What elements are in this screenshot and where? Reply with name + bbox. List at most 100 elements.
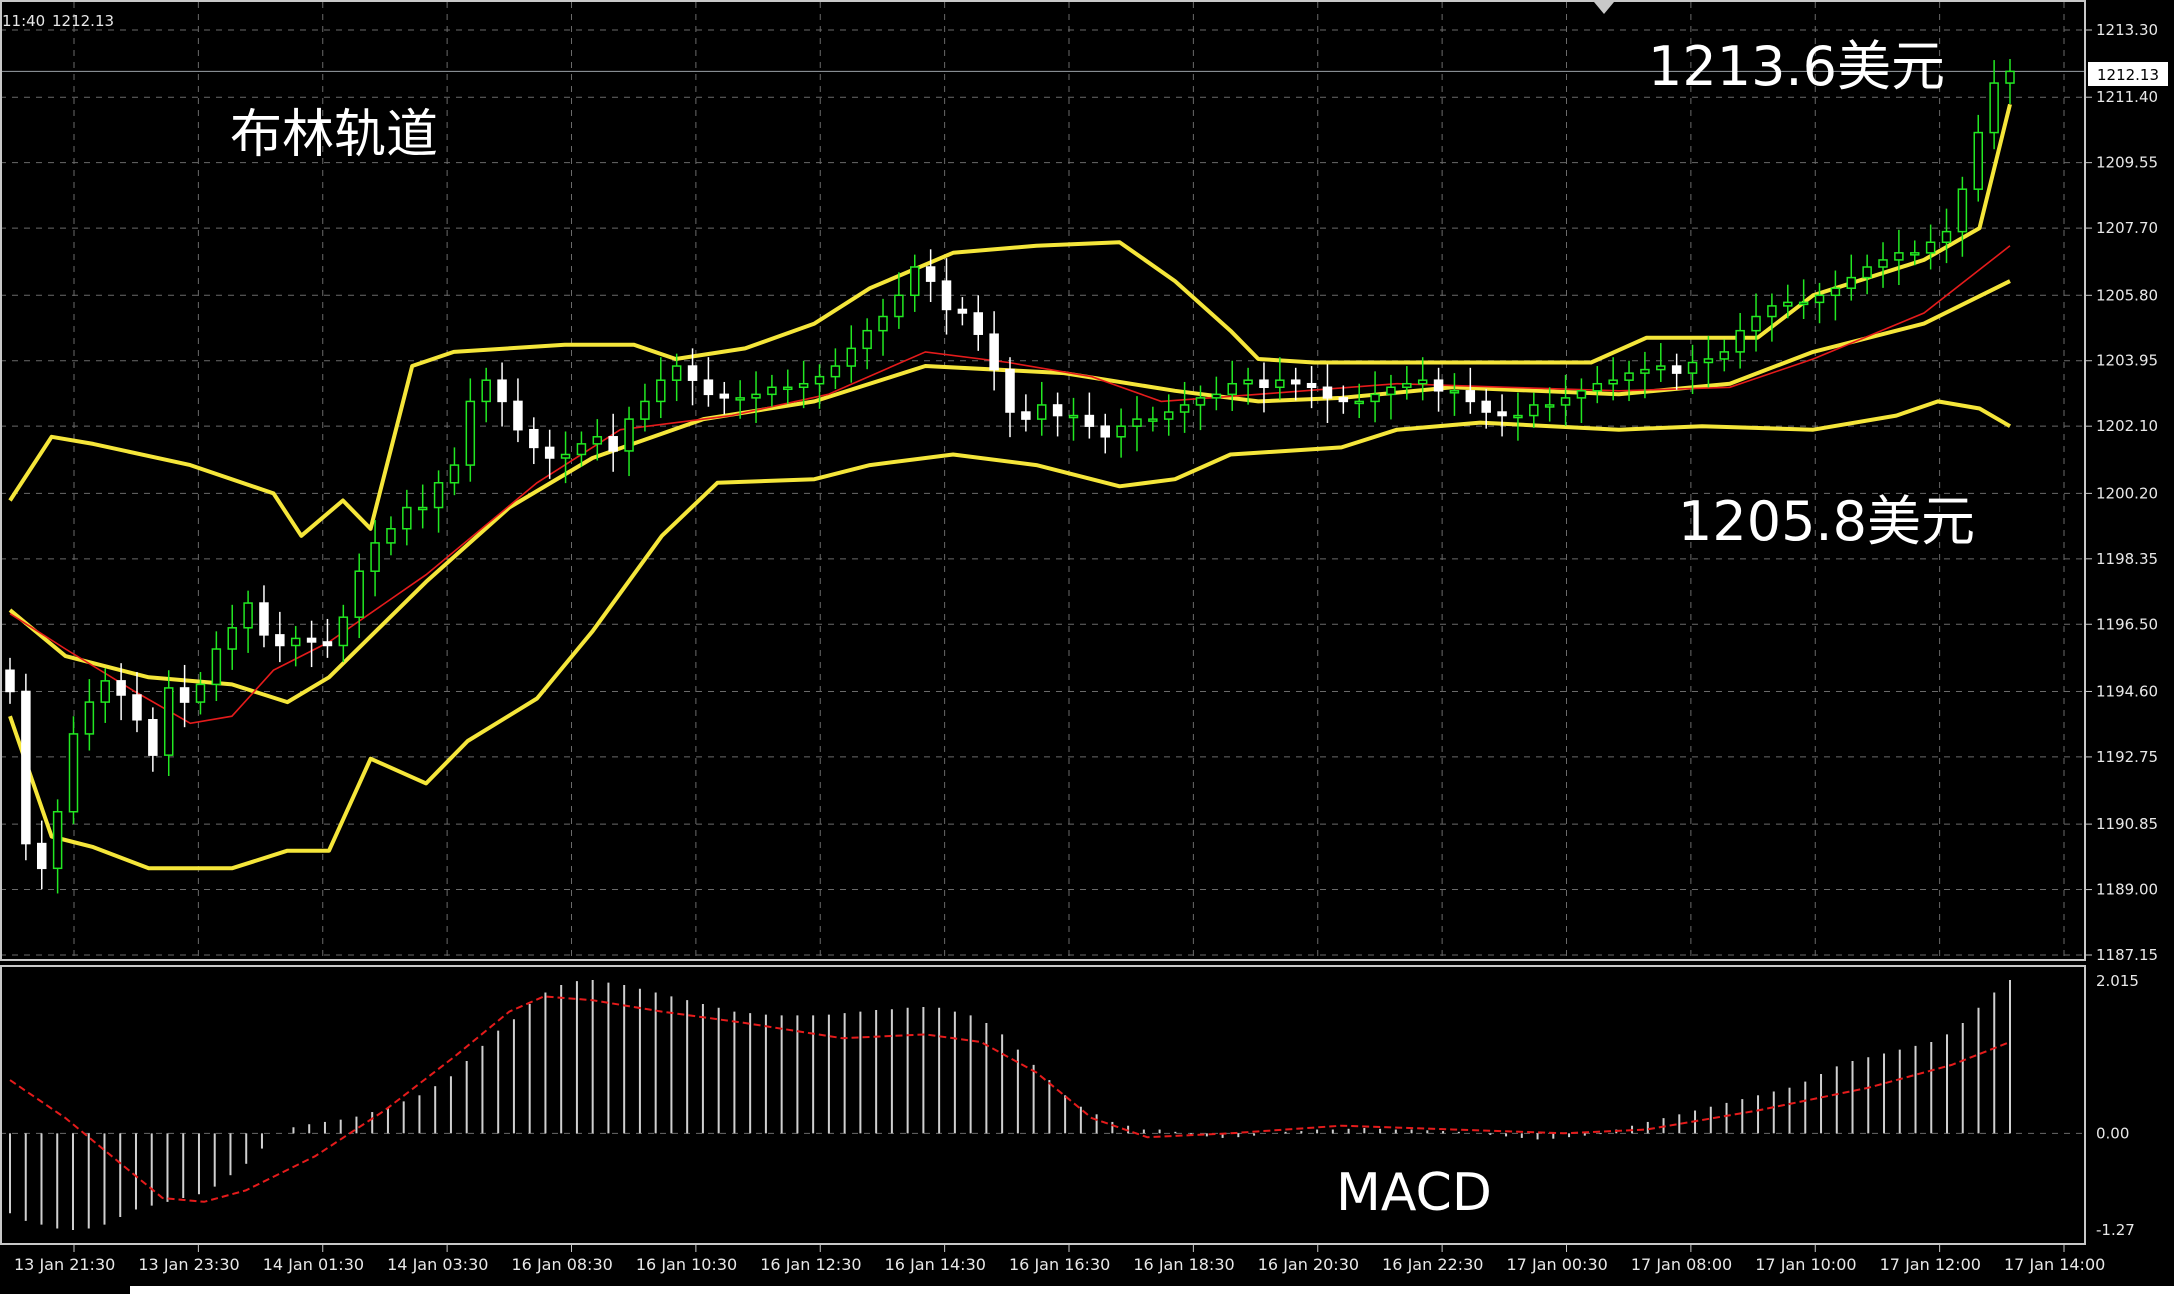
bull-candle-body xyxy=(417,506,428,511)
bull-candle-body xyxy=(640,400,650,420)
bear-candle-body xyxy=(1465,390,1476,403)
bear-candle-body xyxy=(322,641,333,647)
bull-candle-body xyxy=(1560,397,1571,406)
macd-label: MACD xyxy=(1336,1163,1492,1223)
bull-candle-body xyxy=(1179,404,1190,413)
bull-candle-body xyxy=(1751,315,1761,332)
bull-candle-body xyxy=(84,701,95,735)
bull-candle-body xyxy=(1354,400,1364,405)
bull-candle-body xyxy=(592,436,603,445)
bull-candle-body xyxy=(1814,294,1825,304)
time-axis-label: 16 Jan 14:30 xyxy=(885,1255,986,1274)
time-axis-label: 13 Jan 23:30 xyxy=(138,1255,239,1274)
bear-candle-body xyxy=(687,365,698,381)
macd-axis-label: 0.00 xyxy=(2096,1124,2129,1142)
bull-candle-body xyxy=(910,266,920,297)
bull-candle-body xyxy=(402,506,412,530)
bear-candle-body xyxy=(1052,404,1063,417)
time-axis-label: 16 Jan 10:30 xyxy=(636,1255,737,1274)
bear-candle-body xyxy=(529,428,539,449)
bull-candle-body xyxy=(1132,418,1142,427)
bear-candle-body xyxy=(1338,397,1349,403)
bull-candle-body xyxy=(338,616,349,647)
bull-candle-body xyxy=(1576,390,1587,399)
bear-candle-body xyxy=(1481,400,1491,413)
bear-candle-body xyxy=(1259,379,1269,389)
price-axis-label: 1190.85 xyxy=(2096,815,2158,833)
bull-candle-body xyxy=(1640,368,1650,374)
bull-candle-body xyxy=(1624,372,1634,381)
bear-candle-body xyxy=(275,634,285,647)
bull-candle-body xyxy=(1719,351,1730,360)
bull-candle-body xyxy=(1735,329,1745,353)
chart-background xyxy=(0,0,2174,1294)
bear-candle-body xyxy=(306,637,317,643)
bull-candle-body xyxy=(465,400,476,466)
bear-candle-body xyxy=(925,266,936,282)
price-axis-label: 1196.50 xyxy=(2096,615,2158,633)
bear-candle-body xyxy=(179,687,190,703)
bear-candle-body xyxy=(513,400,523,431)
bear-candle-body xyxy=(1290,379,1301,385)
price-axis-label: 1198.35 xyxy=(2096,550,2158,568)
bull-candle-body xyxy=(1068,414,1079,419)
price-axis-label: 1200.20 xyxy=(2096,484,2158,502)
bear-candle-body xyxy=(989,333,999,371)
bear-candle-body xyxy=(1497,411,1507,417)
time-axis-label: 16 Jan 20:30 xyxy=(1258,1255,1359,1274)
price-axis-label: 1203.95 xyxy=(2096,352,2158,370)
bull-candle-body xyxy=(1783,301,1793,307)
time-axis-label: 14 Jan 03:30 xyxy=(387,1255,488,1274)
bear-candle-body xyxy=(608,436,618,452)
bull-candle-body xyxy=(1910,252,1920,256)
bull-candle-body xyxy=(1687,361,1698,374)
bull-candle-body xyxy=(814,375,825,385)
bull-candle-body xyxy=(1846,276,1857,289)
bear-candle-body xyxy=(21,690,31,845)
bull-candle-body xyxy=(1116,425,1126,438)
bull-candle-body xyxy=(1148,418,1158,422)
bull-candle-body xyxy=(433,482,444,509)
price-axis-label: 1211.40 xyxy=(2096,88,2158,106)
bull-candle-body xyxy=(1989,82,1999,134)
bull-candle-body xyxy=(862,329,872,350)
bear-candle-body xyxy=(941,280,952,311)
price-axis-label: 1202.10 xyxy=(2096,417,2158,435)
bull-candle-body xyxy=(1941,230,1952,243)
bull-candle-body xyxy=(671,365,682,381)
bull-candle-body xyxy=(354,570,364,618)
bull-candle-body xyxy=(767,386,777,396)
bull-candle-body xyxy=(68,733,79,813)
bull-candle-body xyxy=(1211,393,1222,399)
bull-candle-body xyxy=(163,687,174,756)
bull-candle-body xyxy=(894,294,904,318)
time-axis-label: 13 Jan 21:30 xyxy=(14,1255,115,1274)
price-axis-label: 1189.00 xyxy=(2096,881,2158,899)
price-axis-label: 1192.75 xyxy=(2096,748,2158,766)
bear-candle-body xyxy=(1433,379,1444,392)
time-axis-label: 16 Jan 12:30 xyxy=(760,1255,861,1274)
bear-candle-body xyxy=(1100,425,1110,438)
bear-candle-body xyxy=(719,393,730,399)
bull-candle-body xyxy=(1529,404,1539,417)
price-axis: 1213.30 1211.40 1209.55 1207.70 1205.80 1203.… xyxy=(2085,21,2158,964)
bull-candle-body xyxy=(624,418,634,452)
bull-candle-body xyxy=(1195,397,1206,406)
bull-candle-body xyxy=(2005,70,2015,84)
lower-target-label: 1205.8美元 xyxy=(1678,490,1975,553)
bull-candle-body xyxy=(1036,404,1047,420)
bull-candle-body xyxy=(1957,188,1968,233)
bull-candle-body xyxy=(846,347,857,367)
bottom-scroll-strip[interactable] xyxy=(130,1286,2174,1294)
bear-candle-body xyxy=(1005,368,1015,413)
bull-candle-body xyxy=(878,315,888,332)
bear-candle-body xyxy=(5,669,15,693)
price-axis-label: 1194.60 xyxy=(2096,682,2158,700)
bull-candle-body xyxy=(1513,414,1523,419)
bull-candle-body xyxy=(1608,379,1618,385)
bear-candle-body xyxy=(1322,386,1333,399)
time-axis-label: 17 Jan 10:00 xyxy=(1755,1255,1856,1274)
bull-candle-body xyxy=(783,386,793,391)
bear-candle-body xyxy=(497,379,507,403)
time-axis-label: 16 Jan 18:30 xyxy=(1133,1255,1234,1274)
